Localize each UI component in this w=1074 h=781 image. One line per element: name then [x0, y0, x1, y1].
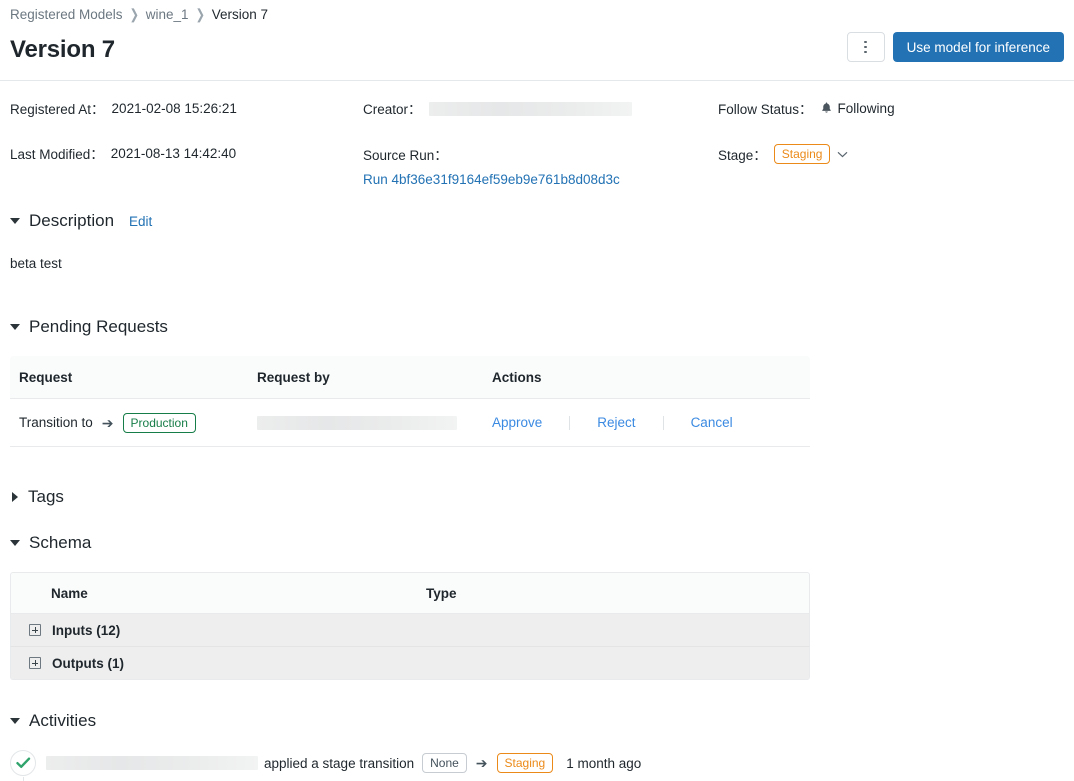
table-row: Transition to ➔ Production Approve Rejec…: [10, 399, 810, 447]
registered-at-field: Registered At： 2021-02-08 15:26:21: [10, 98, 360, 118]
section-title-pending-requests: Pending Requests: [29, 317, 168, 336]
caret-right-icon: [12, 492, 18, 502]
schema-row-inputs[interactable]: Inputs (12): [10, 614, 810, 647]
column-header-request: Request: [19, 369, 73, 385]
arrow-right-icon: ➔: [475, 755, 488, 771]
redacted-activity-user: [46, 756, 258, 770]
column-header-actions: Actions: [492, 369, 542, 385]
caret-down-icon: [10, 718, 20, 724]
stage-badge-staging: Staging: [496, 753, 554, 773]
activity-action-text: applied a stage transition: [264, 755, 415, 771]
section-description-header[interactable]: Description Edit: [10, 211, 152, 231]
stage-badge-staging[interactable]: Staging: [773, 144, 831, 164]
breadcrumb-item-wine-1[interactable]: wine_1: [146, 7, 189, 22]
follow-status-label: Follow Status：: [718, 102, 813, 117]
cell-request-by: [257, 415, 492, 430]
section-title-tags: Tags: [28, 487, 64, 506]
creator-label: Creator：: [363, 102, 422, 117]
last-modified-value: 2021-08-13 14:42:40: [110, 145, 237, 161]
metadata-column-middle: Creator： Source Run： Run 4bf36e31f9164ef…: [363, 98, 718, 212]
section-title-description: Description: [29, 211, 115, 230]
column-header-type: Type: [426, 585, 457, 601]
transition-to-label: Transition to: [19, 415, 93, 430]
last-modified-label: Last Modified：: [10, 147, 104, 162]
redacted-requester-name: [257, 415, 457, 430]
breadcrumb-separator-icon: ❯: [129, 7, 139, 23]
schema-table: Name Type Inputs (12) Outputs (1): [10, 572, 810, 680]
metadata-column-left: Registered At： 2021-02-08 15:26:21 Last …: [10, 98, 360, 188]
registered-at-label: Registered At：: [10, 102, 105, 117]
source-run-link[interactable]: Run 4bf36e31f9164ef59eb9e761b8d08d3c: [363, 172, 718, 187]
breadcrumb-separator-icon: ❯: [195, 7, 205, 23]
source-run-field: Source Run： Run 4bf36e31f9164ef59eb9e761…: [363, 144, 718, 187]
section-tags-header[interactable]: Tags: [10, 487, 64, 507]
redacted-creator-name: [428, 101, 632, 116]
action-divider: [569, 415, 571, 430]
schema-row-name-cell: Outputs (1): [11, 656, 426, 671]
schema-outputs-label: Outputs (1): [52, 655, 124, 671]
check-circle: [10, 750, 36, 776]
reject-link[interactable]: Reject: [597, 415, 635, 430]
expand-plus-icon[interactable]: [29, 657, 41, 669]
model-version-page: Registered Models ❯ wine_1 ❯ Version 7 V…: [0, 0, 1074, 781]
breadcrumb-item-version-7: Version 7: [211, 6, 269, 22]
activity-timestamp: 1 month ago: [566, 755, 642, 771]
column-header-request-by: Request by: [257, 369, 330, 385]
section-title-activities: Activities: [29, 711, 97, 730]
follow-status-field: Follow Status： Following: [718, 98, 1064, 118]
schema-row-name-cell: Inputs (12): [11, 623, 426, 638]
stage-field: Stage： Staging: [718, 144, 1064, 164]
schema-inputs-label: Inputs (12): [52, 622, 121, 638]
creator-field: Creator：: [363, 98, 718, 118]
pending-requests-table: Request Request by Actions Transition to…: [10, 356, 810, 447]
cell-request: Transition to ➔ Production: [10, 412, 257, 433]
section-activities-header[interactable]: Activities: [10, 711, 96, 731]
description-body: beta test: [10, 256, 62, 271]
expand-plus-icon[interactable]: [29, 624, 41, 636]
source-run-label: Source Run：: [363, 148, 448, 163]
section-title-schema: Schema: [29, 533, 92, 552]
breadcrumb: Registered Models ❯ wine_1 ❯ Version 7: [10, 5, 268, 23]
bell-icon: [821, 102, 831, 113]
activity-timeline-marker: [10, 750, 36, 781]
overflow-menu-button[interactable]: [846, 32, 885, 62]
stage-label: Stage：: [718, 148, 767, 163]
cancel-link[interactable]: Cancel: [691, 415, 733, 430]
schema-row-outputs[interactable]: Outputs (1): [10, 647, 810, 680]
follow-status-value[interactable]: Following: [820, 101, 895, 116]
header-divider: [0, 80, 1074, 81]
chevron-down-icon[interactable]: [837, 148, 848, 160]
stage-badge-none: None: [422, 753, 467, 773]
stage-value: Staging: [773, 144, 849, 164]
column-header-name: Name: [51, 585, 88, 601]
page-header: Version 7 Use model for inference: [10, 32, 1064, 68]
metadata-column-right: Follow Status： Following Stage： Staging: [718, 98, 1064, 189]
creator-value: [428, 100, 632, 116]
header-actions: Use model for inference: [846, 32, 1064, 62]
section-pending-requests-header[interactable]: Pending Requests: [10, 317, 168, 337]
timeline-connector: [22, 777, 24, 781]
arrow-right-icon: ➔: [101, 414, 114, 431]
caret-down-icon: [10, 324, 20, 330]
follow-status-text: Following: [837, 100, 895, 116]
edit-description-link[interactable]: Edit: [129, 214, 152, 229]
registered-at-value: 2021-02-08 15:26:21: [111, 100, 237, 116]
caret-down-icon: [10, 218, 20, 224]
breadcrumb-item-registered-models[interactable]: Registered Models: [10, 7, 123, 22]
action-divider: [662, 415, 664, 430]
kebab-menu-icon: [864, 40, 867, 54]
stage-badge-production: Production: [122, 412, 196, 433]
section-schema-header[interactable]: Schema: [10, 533, 91, 553]
approve-link[interactable]: Approve: [492, 415, 542, 430]
activity-entry: applied a stage transition None ➔ Stagin…: [10, 750, 641, 781]
last-modified-field: Last Modified： 2021-08-13 14:42:40: [10, 143, 360, 163]
table-header-row: Request Request by Actions: [10, 356, 810, 399]
check-icon: [15, 757, 30, 768]
table-header-row: Name Type: [10, 572, 810, 614]
cell-actions: Approve Reject Cancel: [492, 415, 810, 430]
activity-text: applied a stage transition None ➔ Stagin…: [46, 753, 641, 773]
use-model-for-inference-button[interactable]: Use model for inference: [892, 32, 1064, 62]
caret-down-icon: [10, 540, 20, 546]
